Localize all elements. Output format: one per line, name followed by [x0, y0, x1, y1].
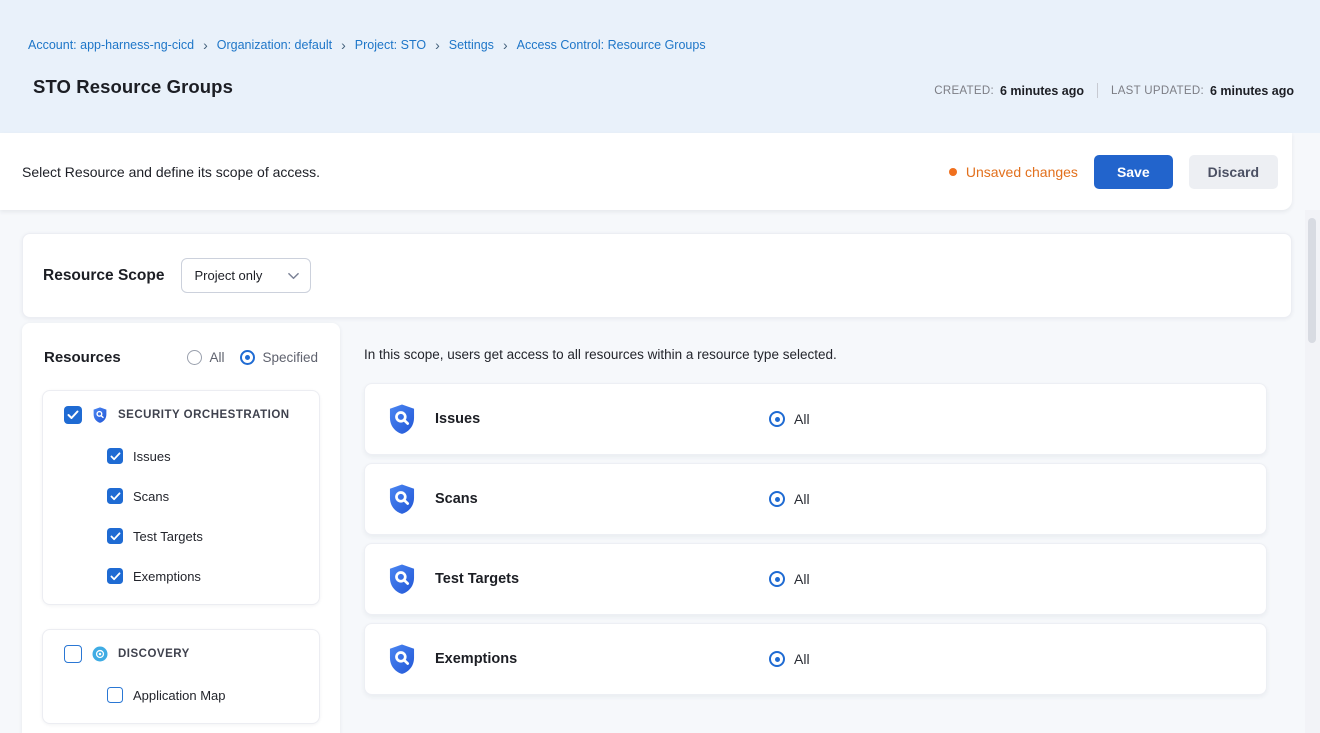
- list-item: Application Map: [43, 687, 319, 703]
- page-header: Account: app-harness-ng-cicd › Organizat…: [0, 0, 1320, 133]
- radio-checked-icon: [769, 411, 785, 427]
- chevron-right-icon: ›: [503, 37, 508, 52]
- breadcrumb: Account: app-harness-ng-cicd › Organizat…: [28, 37, 706, 52]
- resource-group-security-orchestration: SECURITY ORCHESTRATION Issues Scans Test…: [42, 390, 320, 605]
- resource-scope-select[interactable]: Project only: [181, 258, 311, 293]
- sto-shield-icon: [385, 642, 419, 676]
- action-toolbar: Select Resource and define its scope of …: [0, 133, 1292, 210]
- check-icon: [110, 492, 121, 501]
- discovery-radar-icon: [91, 645, 109, 663]
- resource-row-label: Scans: [435, 491, 478, 507]
- unsaved-changes-indicator: Unsaved changes: [949, 164, 1078, 180]
- access-all-radio[interactable]: All: [769, 571, 810, 587]
- exemptions-item-label: Exemptions: [133, 569, 201, 584]
- last-updated-label: LAST UPDATED:: [1111, 85, 1204, 97]
- resource-row-exemptions: Exemptions All: [364, 623, 1267, 695]
- access-all-label: All: [794, 571, 810, 587]
- security-orchestration-label: SECURITY ORCHESTRATION: [118, 409, 290, 421]
- resources-panel: Resources All Specified SECURITY ORCHEST…: [22, 323, 340, 733]
- discovery-checkbox[interactable]: [64, 645, 82, 663]
- resource-row-label: Exemptions: [435, 651, 517, 667]
- last-updated-value: 6 minutes ago: [1210, 84, 1294, 98]
- issues-item-label: Issues: [133, 449, 171, 464]
- list-item: Scans: [43, 488, 319, 504]
- check-icon: [110, 572, 121, 581]
- discovery-label: DISCOVERY: [118, 648, 190, 660]
- access-all-label: All: [794, 491, 810, 507]
- chevron-right-icon: ›: [203, 37, 208, 52]
- resource-scope-selected-value: Project only: [194, 268, 262, 283]
- test-targets-checkbox[interactable]: [107, 528, 123, 544]
- radio-icon: [187, 350, 202, 365]
- resource-scope-label: Resource Scope: [43, 267, 164, 285]
- resource-row-scans: Scans All: [364, 463, 1267, 535]
- resource-scope-card: Resource Scope Project only: [22, 233, 1292, 318]
- sto-shield-icon: [385, 562, 419, 596]
- list-item: Issues: [43, 448, 319, 464]
- breadcrumb-organization-link[interactable]: Organization: default: [217, 38, 332, 52]
- resource-row-issues: Issues All: [364, 383, 1267, 455]
- breadcrumb-resource-groups-link[interactable]: Access Control: Resource Groups: [517, 38, 706, 52]
- breadcrumb-settings-link[interactable]: Settings: [449, 38, 494, 52]
- radio-checked-icon: [240, 350, 255, 365]
- resources-title: Resources: [44, 349, 121, 366]
- toolbar-description: Select Resource and define its scope of …: [22, 164, 320, 180]
- list-item: Exemptions: [43, 568, 319, 584]
- resource-row-label: Issues: [435, 411, 480, 427]
- access-all-radio[interactable]: All: [769, 491, 810, 507]
- access-all-radio[interactable]: All: [769, 411, 810, 427]
- sto-shield-icon: [385, 402, 419, 436]
- scans-checkbox[interactable]: [107, 488, 123, 504]
- chevron-down-icon: [288, 272, 299, 280]
- chevron-right-icon: ›: [435, 37, 440, 52]
- discard-button[interactable]: Discard: [1189, 155, 1278, 189]
- resources-specified-label: Specified: [262, 350, 318, 365]
- meta-divider: [1097, 83, 1098, 98]
- issues-checkbox[interactable]: [107, 448, 123, 464]
- radio-checked-icon: [769, 491, 785, 507]
- header-meta: CREATED: 6 minutes ago LAST UPDATED: 6 m…: [934, 83, 1294, 98]
- scope-description: In this scope, users get access to all r…: [364, 347, 1267, 362]
- check-icon: [110, 452, 121, 461]
- sto-shield-icon: [91, 406, 109, 424]
- list-item: Test Targets: [43, 528, 319, 544]
- unsaved-changes-label: Unsaved changes: [966, 164, 1078, 180]
- scrollbar-thumb[interactable]: [1308, 218, 1316, 343]
- breadcrumb-account-link[interactable]: Account: app-harness-ng-cicd: [28, 38, 194, 52]
- created-label: CREATED:: [934, 85, 994, 97]
- resources-all-radio[interactable]: All: [187, 350, 224, 365]
- unsaved-dot-icon: [949, 168, 957, 176]
- breadcrumb-project-link[interactable]: Project: STO: [355, 38, 426, 52]
- access-all-label: All: [794, 411, 810, 427]
- radio-checked-icon: [769, 651, 785, 667]
- sto-shield-icon: [385, 482, 419, 516]
- resources-all-label: All: [209, 350, 224, 365]
- check-icon: [110, 532, 121, 541]
- application-map-checkbox[interactable]: [107, 687, 123, 703]
- access-all-label: All: [794, 651, 810, 667]
- exemptions-checkbox[interactable]: [107, 568, 123, 584]
- chevron-right-icon: ›: [341, 37, 346, 52]
- page-title: STO Resource Groups: [33, 76, 233, 98]
- application-map-item-label: Application Map: [133, 688, 226, 703]
- radio-checked-icon: [769, 571, 785, 587]
- security-orchestration-checkbox[interactable]: [64, 406, 82, 424]
- resource-row-label: Test Targets: [435, 571, 519, 587]
- save-button[interactable]: Save: [1094, 155, 1173, 189]
- scans-item-label: Scans: [133, 489, 169, 504]
- created-value: 6 minutes ago: [1000, 84, 1084, 98]
- resource-group-discovery: DISCOVERY Application Map: [42, 629, 320, 724]
- test-targets-item-label: Test Targets: [133, 529, 203, 544]
- scope-detail-panel: In this scope, users get access to all r…: [364, 347, 1267, 703]
- resource-row-test-targets: Test Targets All: [364, 543, 1267, 615]
- check-icon: [67, 410, 79, 420]
- access-all-radio[interactable]: All: [769, 651, 810, 667]
- resources-specified-radio[interactable]: Specified: [240, 350, 318, 365]
